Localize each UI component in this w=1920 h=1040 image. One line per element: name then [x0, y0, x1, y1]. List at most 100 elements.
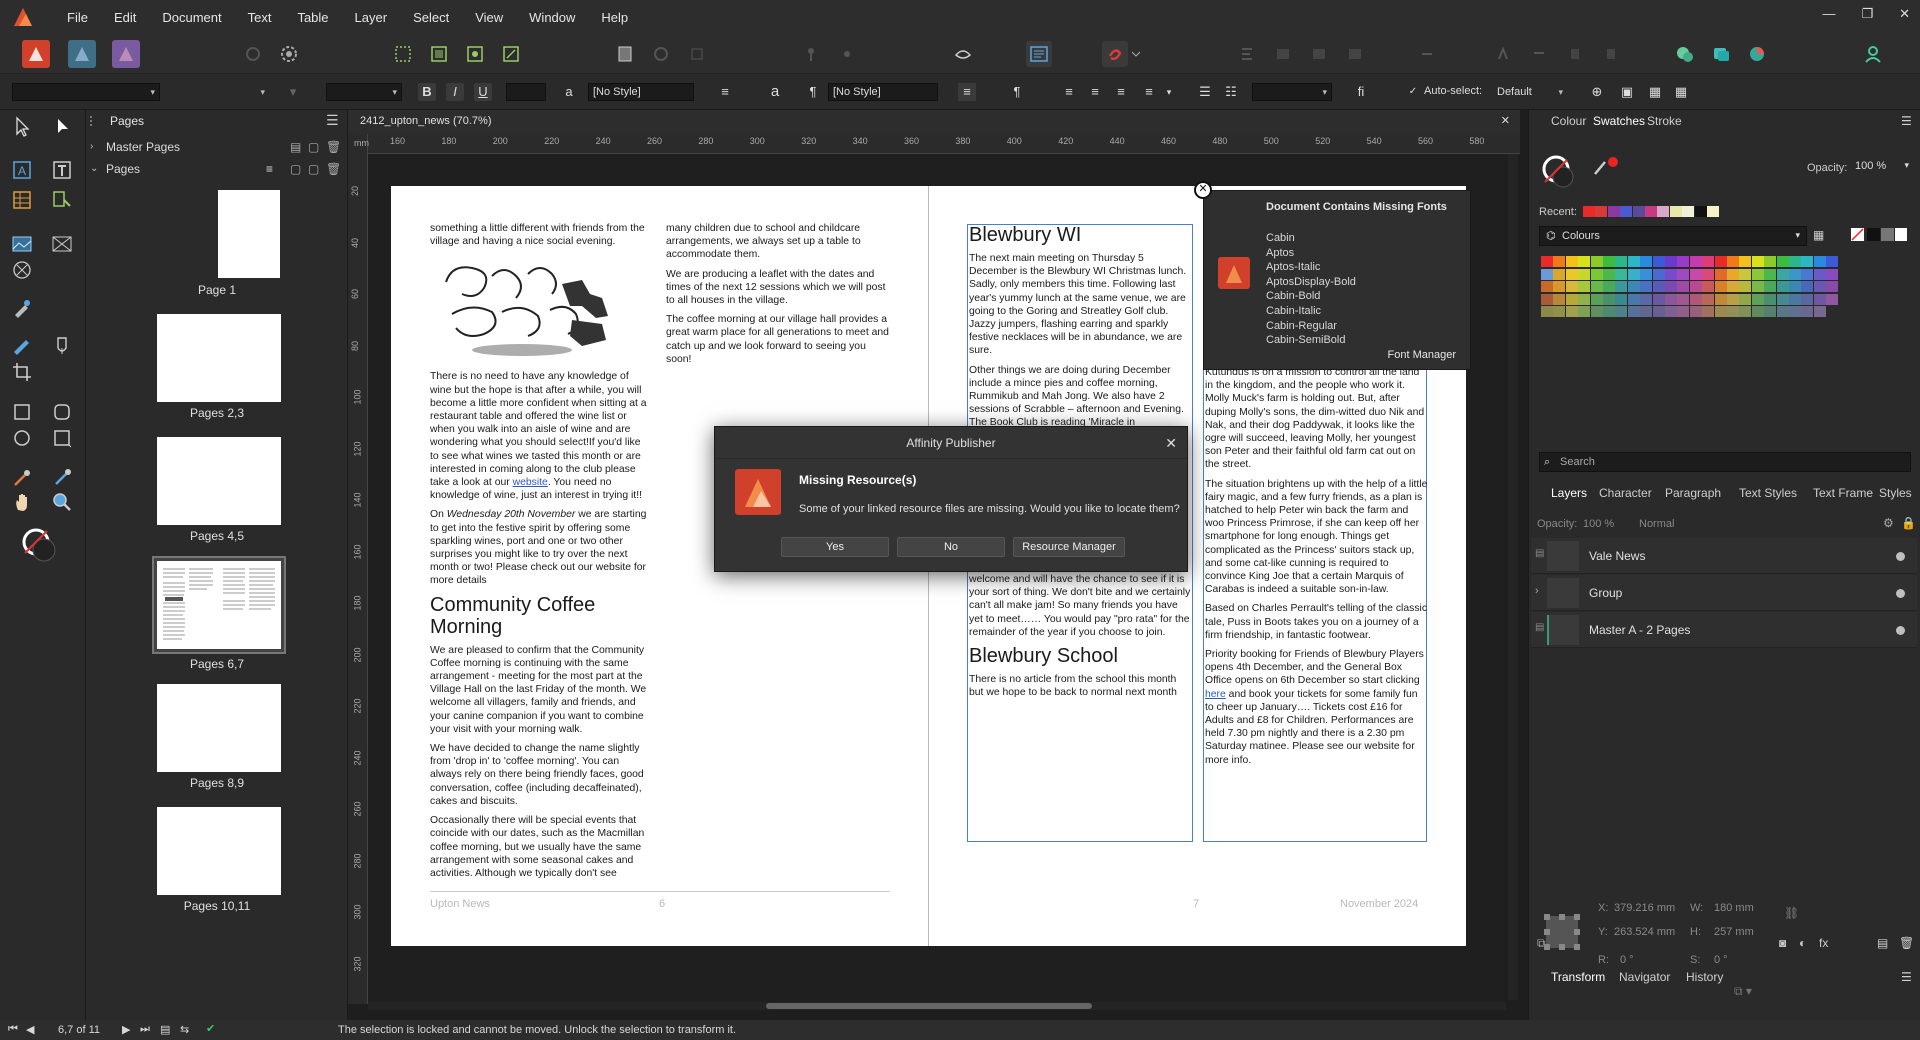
distribute-icon[interactable]	[1342, 41, 1368, 67]
colour-swatch[interactable]	[1665, 293, 1677, 305]
colour-swatch[interactable]	[1751, 293, 1764, 305]
menu-table[interactable]: Table	[284, 10, 341, 25]
layer-opacity-value[interactable]: 100 %	[1583, 518, 1614, 530]
next-page-icon[interactable]: ▶	[122, 1023, 130, 1036]
opacity-field[interactable]: 100 % ▾	[1851, 158, 1913, 176]
colour-swatch[interactable]	[1652, 256, 1665, 267]
recent-swatch[interactable]	[1632, 206, 1645, 217]
italic-button[interactable]: I	[446, 83, 464, 101]
colour-selector-icon[interactable]	[20, 526, 60, 566]
tab-navigator[interactable]: Navigator	[1619, 970, 1670, 984]
master-pages-header[interactable]: › Master Pages ▤ ▢ 🗑	[86, 137, 348, 159]
dialog-close-icon[interactable]: ✕	[1165, 435, 1177, 452]
colour-swatch[interactable]	[1541, 281, 1553, 293]
auto-select-select[interactable]: Default ▾	[1492, 83, 1568, 101]
colour-swatch[interactable]	[1801, 256, 1814, 267]
hand-tool-icon[interactable]	[10, 490, 34, 514]
rotation-field[interactable]: 0 °	[1620, 954, 1634, 966]
colour-swatch[interactable]	[1677, 281, 1690, 293]
lock-icon[interactable]: 🔒	[1901, 516, 1916, 530]
colour-swatch[interactable]	[1776, 268, 1789, 280]
colour-swatch[interactable]	[1702, 256, 1715, 267]
palette-options-icon[interactable]: ▦	[1813, 228, 1824, 242]
colour-swatch[interactable]	[1541, 256, 1553, 267]
numbered-list-icon[interactable]: ☷	[1222, 83, 1240, 101]
font-family-field[interactable]: ▾	[12, 83, 160, 101]
last-page-icon[interactable]: ⏭	[140, 1023, 150, 1036]
colour-swatch[interactable]	[1603, 281, 1615, 293]
tab-text-styles[interactable]: Text Styles	[1739, 486, 1797, 500]
y-field[interactable]: 263.524 mm	[1614, 926, 1675, 938]
recent-swatch[interactable]	[1583, 206, 1595, 217]
layer-visibility-icon[interactable]	[1896, 589, 1905, 598]
colour-wheel-icon[interactable]	[1744, 41, 1770, 67]
colour-swatch[interactable]	[1677, 256, 1690, 267]
colour-swatch[interactable]	[1652, 281, 1665, 293]
colour-swatch[interactable]	[1578, 293, 1591, 305]
zoom-tool-icon[interactable]	[50, 490, 74, 514]
left-column-1[interactable]: something a little different with friend…	[430, 222, 650, 886]
colour-swatch[interactable]	[1578, 256, 1591, 267]
booking-link[interactable]: here	[1205, 689, 1226, 700]
vertical-scrollbar[interactable]	[1508, 154, 1518, 1000]
yes-button[interactable]: Yes	[781, 537, 889, 557]
adjustment-icon[interactable]: ◐	[1799, 936, 1806, 950]
colour-swatch[interactable]	[1789, 281, 1801, 293]
colour-swatch[interactable]	[1578, 281, 1591, 293]
colour-swatch[interactable]	[1727, 268, 1739, 280]
pin-tool-icon[interactable]	[50, 188, 74, 212]
bleed-icon[interactable]	[684, 41, 710, 67]
x-field[interactable]: 379.216 mm	[1614, 902, 1675, 914]
vertical-ruler[interactable]: 20 40 60 80 100 120 140 160 180 200 220 240 260 280 30…	[348, 134, 368, 1004]
colour-swatch[interactable]	[1627, 256, 1640, 267]
menu-view[interactable]: View	[462, 10, 516, 25]
colour-swatch[interactable]	[1565, 281, 1578, 293]
arrange-top-icon[interactable]	[1598, 41, 1624, 67]
picture-frame-tool-icon[interactable]	[10, 232, 34, 256]
tab-stroke[interactable]: Stroke	[1647, 114, 1682, 128]
colour-swatch[interactable]	[1565, 268, 1578, 280]
colour-swatch[interactable]	[1689, 293, 1702, 305]
recent-swatch[interactable]	[1595, 206, 1608, 217]
website-link[interactable]: website	[513, 477, 548, 488]
justify-text-icon[interactable]: ≡	[1140, 83, 1158, 101]
page-thumbnail[interactable]	[157, 684, 281, 772]
colour-swatch[interactable]	[1665, 306, 1677, 318]
show-special-characters-icon[interactable]	[950, 41, 976, 67]
colour-swatch[interactable]	[1739, 256, 1752, 267]
colour-swatch[interactable]	[1541, 306, 1553, 318]
colour-swatch[interactable]	[1652, 306, 1665, 318]
colour-swatch[interactable]	[1739, 268, 1752, 280]
recent-swatch[interactable]	[1682, 206, 1695, 217]
expand-chevron-icon[interactable]: ›	[1535, 585, 1539, 597]
colour-swatch[interactable]	[1689, 281, 1702, 293]
colour-swatch[interactable]	[1801, 293, 1814, 305]
colour-swatch[interactable]	[1627, 306, 1640, 318]
select-all-icon[interactable]	[390, 41, 416, 67]
fill-stroke-swatch-icon[interactable]	[1539, 152, 1579, 192]
layer-row[interactable]: ▤ Vale News	[1531, 538, 1917, 574]
tab-styles[interactable]: Styles	[1879, 486, 1912, 500]
colour-swatch[interactable]	[1603, 268, 1615, 280]
tab-swatches[interactable]: Swatches	[1593, 114, 1645, 128]
colour-swatch[interactable]	[1640, 256, 1653, 267]
ellipse-tool-icon[interactable]	[10, 426, 34, 450]
colour-swatch[interactable]	[1590, 293, 1603, 305]
colour-swatch[interactable]	[1590, 281, 1603, 293]
colour-swatch[interactable]	[1627, 281, 1640, 293]
add-page-icon[interactable]: ▢	[290, 162, 301, 176]
colour-swatch[interactable]	[1590, 306, 1603, 318]
colour-swatch[interactable]	[1689, 268, 1702, 280]
colour-swatch[interactable]	[1665, 256, 1677, 267]
colour-swatch[interactable]	[1640, 281, 1653, 293]
h-field[interactable]: 257 mm	[1714, 926, 1754, 938]
colour-swatch[interactable]	[1826, 293, 1839, 305]
mask-icon[interactable]: ◙	[1779, 936, 1786, 950]
transform-options-icon[interactable]: ⧉ ▾	[1734, 984, 1752, 999]
align-right-icon[interactable]	[1306, 41, 1332, 67]
snap-frame-icon[interactable]: ▣	[1618, 83, 1636, 101]
resource-manager-button[interactable]: Resource Manager	[1013, 537, 1125, 557]
collapse-chevron-icon[interactable]: ⌄	[90, 163, 98, 174]
right-column-2[interactable]: Kutundus is on a mission to control all …	[1205, 366, 1429, 773]
colour-swatch[interactable]	[1702, 268, 1715, 280]
